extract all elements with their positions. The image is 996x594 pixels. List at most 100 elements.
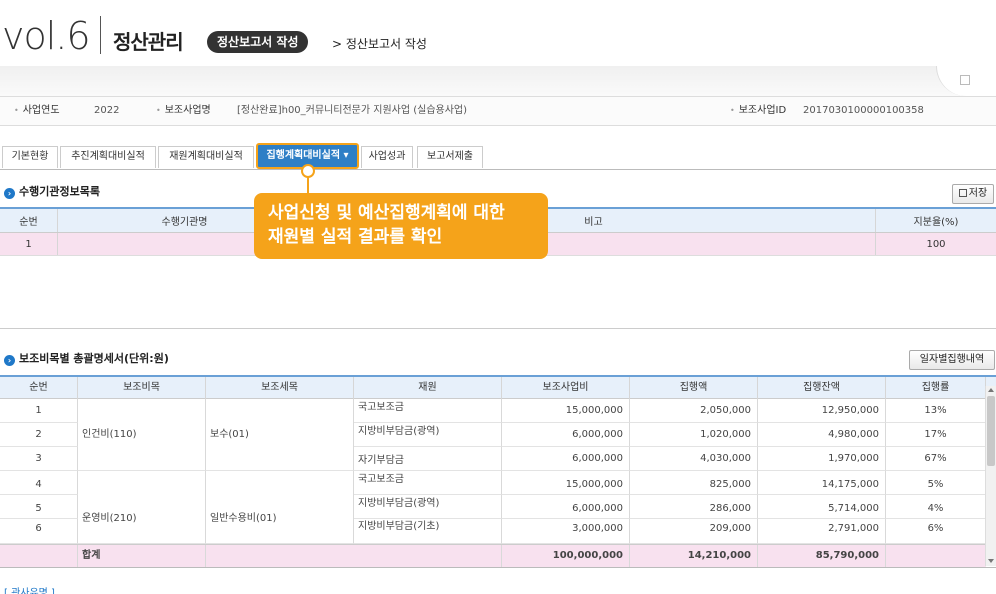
save-button-label: 저장: [968, 188, 988, 199]
row-no: 6: [0, 519, 78, 544]
section-summary-label: 보조비목별 총괄명세서(단위:원): [19, 352, 169, 365]
row-share-ratio: 100: [926, 238, 946, 250]
document-icon[interactable]: [960, 75, 970, 85]
row-no: 1: [0, 233, 58, 255]
tab-bar: 기본현황 추진계획대비실적 재원계획대비실적 집행계획대비실적 ▾ 사업성과 보…: [0, 143, 996, 170]
row-balance: 14,175,000: [758, 471, 886, 495]
total-budget: 100,000,000: [502, 545, 630, 567]
callout-line-1: 사업신청 및 예산집행계획에 대한: [268, 203, 505, 223]
project-name-value: [정산완료]h00_커뮤니티전문가 지원사업 (실습용사업): [237, 105, 468, 116]
col-no: 순번: [0, 377, 78, 399]
page-title: 정산관리: [113, 30, 184, 54]
row-budget: 3,000,000: [502, 519, 630, 544]
row-source: 국고보조금: [354, 471, 502, 495]
section-summary-title: › 보조비목별 총괄명세서(단위:원): [4, 352, 169, 366]
row-rate: 17%: [886, 423, 986, 447]
row-balance: 5,714,000: [758, 495, 886, 519]
col-balance: 집행잔액: [758, 377, 886, 399]
row-spent: 2,050,000: [630, 399, 758, 423]
row-budget: 6,000,000: [502, 447, 630, 471]
row-budget: 6,000,000: [502, 423, 630, 447]
year-value: 2022: [94, 105, 120, 116]
col-no: 순번: [0, 209, 58, 232]
row-source: 지방비부담금(광역): [354, 423, 502, 447]
col-share-ratio: 지분율(%): [913, 217, 959, 228]
header-band: [0, 66, 996, 96]
row-rate: 67%: [886, 447, 986, 471]
group-bimok: 운영비(210): [78, 471, 206, 544]
total-blank: [206, 545, 502, 567]
row-no: 4: [0, 471, 78, 495]
bullet-arrow-icon: ›: [4, 188, 15, 199]
summary-table-header: 순번 보조비목 보조세목 재원 보조사업비 집행액 집행잔액 집행률: [0, 377, 996, 399]
project-info-bar: 사업연도 2022 보조사업명 [정산완료]h00_커뮤니티전문가 지원사업 (…: [0, 96, 996, 126]
row-source: 지방비부담금(기초): [354, 519, 502, 544]
total-row: 합계 100,000,000 14,210,000 85,790,000: [0, 544, 986, 567]
row-balance: 2,791,000: [758, 519, 886, 544]
col-semok: 보조세목: [206, 377, 354, 399]
total-no: [0, 545, 78, 567]
total-balance: 85,790,000: [758, 545, 886, 567]
row-spent: 209,000: [630, 519, 758, 544]
footer-link[interactable]: [ 관사유명 ]: [4, 584, 55, 594]
row-balance: 4,980,000: [758, 423, 886, 447]
row-budget: 6,000,000: [502, 495, 630, 519]
row-spent: 1,020,000: [630, 423, 758, 447]
tab-report-submit[interactable]: 보고서제출: [417, 146, 483, 168]
col-rate: 집행률: [886, 377, 986, 399]
row-no: 1: [0, 399, 78, 423]
year-label: 사업연도: [14, 97, 60, 125]
row-spent: 4,030,000: [630, 447, 758, 471]
section-org-list-label: 수행기관정보목록: [19, 185, 100, 198]
row-balance: 1,970,000: [758, 447, 886, 471]
total-label: 합계: [78, 545, 206, 567]
col-spent: 집행액: [630, 377, 758, 399]
volume-label: vol.6: [2, 14, 91, 58]
table-scrollbar[interactable]: [985, 386, 996, 566]
row-no: 5: [0, 495, 78, 519]
row-no: 3: [0, 447, 78, 471]
project-id-value: 2017030100000100358: [803, 105, 924, 116]
project-name-label: 보조사업명: [156, 97, 211, 125]
breadcrumb: > 정산보고서 작성: [332, 37, 427, 51]
daily-execution-button[interactable]: 일자별집행내역: [909, 350, 995, 370]
section-org-list-title: › 수행기관정보목록: [4, 185, 100, 199]
col-source: 재원: [354, 377, 502, 399]
save-icon: [958, 189, 967, 197]
total-spent: 14,210,000: [630, 545, 758, 567]
callout-ring: [301, 164, 315, 178]
col-budget: 보조사업비: [502, 377, 630, 399]
header-divider: [100, 16, 101, 54]
row-budget: 15,000,000: [502, 471, 630, 495]
tab-promotion-plan[interactable]: 추진계획대비실적: [60, 146, 156, 168]
row-source: 지방비부담금(광역): [354, 495, 502, 519]
row-rate: 6%: [886, 519, 986, 544]
col-bimok: 보조비목: [78, 377, 206, 399]
bullet-arrow-icon: ›: [4, 355, 15, 366]
group-semok: 일반수용비(01): [206, 471, 354, 544]
tab-performance[interactable]: 사업성과: [361, 146, 413, 168]
scroll-thumb[interactable]: [987, 396, 995, 466]
group-semok: 보수(01): [206, 399, 354, 471]
row-budget: 15,000,000: [502, 399, 630, 423]
row-rate: 13%: [886, 399, 986, 423]
row-spent: 825,000: [630, 471, 758, 495]
scroll-down-icon[interactable]: [988, 559, 994, 563]
group-bimok: 인건비(110): [78, 399, 206, 471]
row-no: 2: [0, 423, 78, 447]
callout-line-2: 재원별 실적 결과를 확인: [268, 227, 443, 247]
row-spent: 286,000: [630, 495, 758, 519]
tab-basic-status[interactable]: 기본현황: [2, 146, 58, 168]
tab-funding-plan[interactable]: 재원계획대비실적: [158, 146, 254, 168]
summary-table: 순번 보조비목 보조세목 재원 보조사업비 집행액 집행잔액 집행률 인건비(1…: [0, 375, 996, 568]
page-subtitle-pill: 정산보고서 작성: [207, 31, 309, 53]
project-id-label: 보조사업ID: [730, 97, 786, 125]
row-rate: 4%: [886, 495, 986, 519]
row-rate: 5%: [886, 471, 986, 495]
page-header: vol.6 정산관리 정산보고서 작성 > 정산보고서 작성: [0, 0, 996, 66]
row-balance: 12,950,000: [758, 399, 886, 423]
row-source: 국고보조금: [354, 399, 502, 423]
row-source: 자기부담금: [354, 447, 502, 471]
scroll-up-icon[interactable]: [988, 388, 994, 392]
save-button[interactable]: 저장: [952, 184, 994, 204]
